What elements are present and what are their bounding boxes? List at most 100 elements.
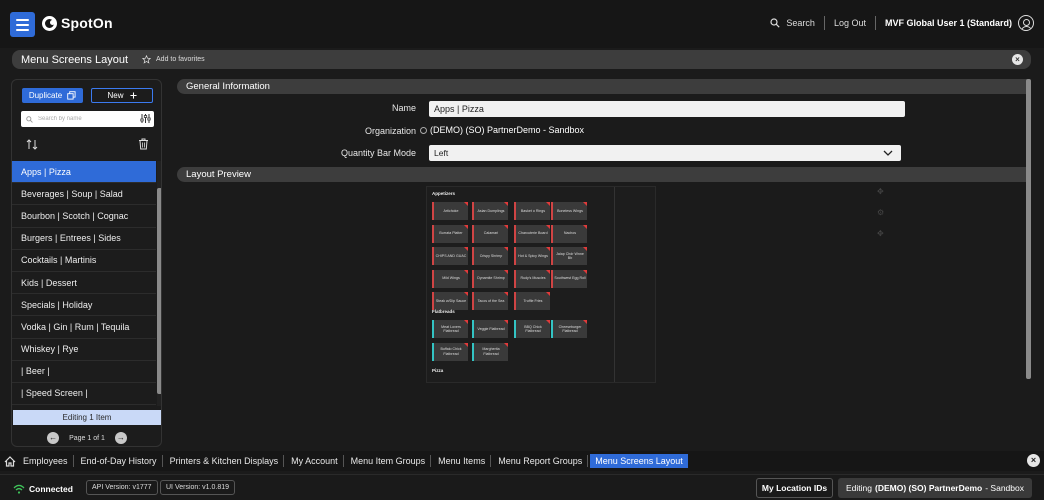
nav-tab[interactable]: Employees bbox=[18, 454, 73, 468]
preview-menu-button[interactable]: Boneless Wings bbox=[551, 202, 587, 220]
preview-group-heading: Appetizers bbox=[432, 191, 456, 196]
layout-list-item[interactable]: Cocktails | Martinis bbox=[12, 250, 156, 272]
tab-divider bbox=[587, 455, 589, 467]
preview-menu-button[interactable]: Cheeseburger Flatbread bbox=[551, 320, 587, 338]
move-icon[interactable]: ✥ bbox=[877, 187, 884, 196]
organization-label: Organization bbox=[364, 126, 416, 136]
divider bbox=[823, 16, 825, 30]
preview-menu-button[interactable]: Charcuterie Board bbox=[514, 224, 550, 243]
preview-menu-button[interactable]: Hot & Spicy Wings bbox=[514, 247, 550, 265]
layouts-sidebar: Duplicate New Apps | PizzaBeverages | So… bbox=[11, 79, 162, 447]
filter-icon[interactable] bbox=[140, 113, 151, 124]
editing-org: (DEMO) (SO) PartnerDemo bbox=[875, 483, 983, 493]
preview-menu-button[interactable]: Meat Lovers Flatbread bbox=[432, 320, 468, 338]
page-title-bar: Menu Screens Layout Add to favorites × bbox=[12, 50, 1031, 69]
preview-menu-button[interactable]: BBQ Chick Flatbread bbox=[514, 320, 550, 338]
brand-name: SpotOn bbox=[61, 15, 113, 31]
preview-menu-button[interactable]: Truffle Fries bbox=[514, 292, 550, 310]
logout-link[interactable]: Log Out bbox=[834, 18, 866, 28]
new-label: New bbox=[107, 91, 124, 100]
close-page-icon[interactable]: × bbox=[1012, 54, 1023, 65]
preview-menu-button[interactable]: Dynamite Shrimp bbox=[472, 269, 508, 288]
preview-menu-button[interactable]: Veggie Flatbread bbox=[472, 320, 508, 338]
tab-divider bbox=[161, 455, 163, 467]
nav-tab[interactable]: My Account bbox=[286, 454, 343, 468]
nav-tab[interactable]: Menu Screens Layout bbox=[590, 454, 688, 468]
next-page-icon[interactable]: → bbox=[114, 432, 127, 444]
layout-preview: Appetizers Artichoke Asian Dumplings Basket… bbox=[426, 186, 656, 383]
organization-radio[interactable] bbox=[420, 126, 427, 134]
name-input[interactable]: Apps | Pizza bbox=[429, 101, 905, 117]
preview-menu-button[interactable]: Asian Dumplings bbox=[472, 202, 508, 220]
preview-menu-button[interactable]: Basket o Rings bbox=[514, 202, 550, 220]
layout-list-item[interactable]: Vodka | Gin | Rum | Tequila bbox=[12, 316, 156, 339]
add-to-favorites-button[interactable]: Add to favorites bbox=[142, 55, 205, 64]
sort-icon[interactable] bbox=[26, 139, 38, 150]
general-information-header[interactable]: General Information bbox=[177, 79, 1027, 94]
nav-tab[interactable]: Menu Item Groups bbox=[346, 454, 431, 468]
search-input[interactable] bbox=[38, 116, 136, 122]
home-icon[interactable] bbox=[4, 455, 16, 467]
status-bar: Connected API Version: v1777 UI Version:… bbox=[0, 474, 1044, 500]
layout-list-item[interactable]: Apps | Pizza bbox=[12, 161, 156, 184]
preview-menu-button[interactable]: Mild Wings bbox=[432, 269, 468, 288]
layout-list-item[interactable]: Whiskey | Rye bbox=[12, 339, 156, 361]
editing-location: Editing (DEMO) (SO) PartnerDemo - Sandbo… bbox=[838, 478, 1032, 498]
grid-icon[interactable]: ✥ bbox=[877, 229, 884, 238]
list-scrollbar[interactable] bbox=[157, 188, 161, 394]
my-location-ids-button[interactable]: My Location IDs bbox=[756, 478, 833, 498]
preview-menu-button[interactable]: Nachos bbox=[551, 224, 587, 243]
layout-list-item[interactable]: | Beer | bbox=[12, 361, 156, 383]
search-button[interactable]: Search bbox=[770, 18, 815, 28]
quantity-bar-mode-select[interactable]: Left bbox=[429, 145, 901, 161]
page-indicator: Page 1 of 1 bbox=[69, 434, 105, 442]
user-avatar-icon[interactable] bbox=[1018, 15, 1034, 31]
new-button[interactable]: New bbox=[91, 88, 153, 103]
preview-menu-button[interactable]: Steak w/Dip Sauce bbox=[432, 292, 468, 310]
layout-list-item[interactable]: | Speed Screen | bbox=[12, 383, 156, 406]
preview-menu-button[interactable]: Margherita Flatbread bbox=[472, 342, 508, 361]
duplicate-button[interactable]: Duplicate bbox=[22, 88, 83, 103]
preview-menu-button[interactable]: Southwest Egg Roll bbox=[551, 269, 587, 288]
brand-logo: SpotOn bbox=[42, 15, 113, 31]
nav-tab[interactable]: End-of-Day History bbox=[76, 454, 162, 468]
duplicate-label: Duplicate bbox=[28, 91, 63, 100]
menu-button[interactable] bbox=[10, 12, 35, 37]
user-name[interactable]: MVF Global User 1 (Standard) bbox=[885, 18, 1012, 28]
preview-menu-button[interactable]: Crispy Shrimp bbox=[472, 247, 508, 265]
preview-menu-button[interactable]: Jalap Chdr Wnne Bb bbox=[551, 247, 587, 265]
preview-group-heading: Flatbreads bbox=[432, 309, 455, 314]
divider bbox=[874, 16, 876, 30]
preview-menu-button[interactable]: Rudy's Muscles bbox=[514, 269, 550, 288]
preview-menu-button[interactable]: Buffalo Chick Flatbread bbox=[432, 342, 468, 361]
layout-list: Apps | Pizza Beverages | Soup | Salad Bour… bbox=[12, 161, 156, 406]
quantity-bar-mode-value: Left bbox=[434, 148, 449, 158]
main-scrollbar[interactable] bbox=[1026, 79, 1031, 379]
layout-list-item[interactable]: Specials | Holiday bbox=[12, 294, 156, 317]
prev-page-icon[interactable]: ← bbox=[47, 432, 60, 444]
preview-menu-button[interactable]: Tacos of the Sea bbox=[472, 292, 508, 310]
pagination: ← Page 1 of 1 → bbox=[12, 430, 161, 446]
layout-list-item[interactable]: Bourbon | Scotch | Cognac bbox=[12, 205, 156, 228]
page-title: Menu Screens Layout bbox=[21, 53, 129, 66]
trash-icon[interactable] bbox=[138, 138, 149, 150]
tab-divider bbox=[72, 455, 74, 467]
preview-divider bbox=[614, 187, 615, 382]
nav-tab[interactable]: Menu Report Groups bbox=[493, 454, 587, 468]
layout-list-item[interactable]: Beverages | Soup | Salad bbox=[12, 183, 156, 206]
nav-tab[interactable]: Printers & Kitchen Displays bbox=[165, 454, 284, 468]
layout-preview-header[interactable]: Layout Preview bbox=[177, 167, 1027, 182]
tab-divider bbox=[430, 455, 432, 467]
nav-tab[interactable]: Menu Items bbox=[433, 454, 490, 468]
copy-icon bbox=[67, 91, 76, 100]
preview-menu-button[interactable]: Burrata Platter bbox=[432, 224, 468, 243]
preview-menu-button[interactable]: CHIPS AND GUAC bbox=[432, 247, 468, 265]
close-tabs-icon[interactable]: × bbox=[1027, 454, 1040, 467]
layout-list-item[interactable]: Burgers | Entrees | Sides bbox=[12, 228, 156, 250]
layout-list-item[interactable]: Kids | Dessert bbox=[12, 272, 156, 295]
preview-menu-button[interactable]: Calamari bbox=[472, 224, 508, 243]
star-icon bbox=[142, 55, 152, 64]
preview-menu-button[interactable]: Artichoke bbox=[432, 202, 468, 220]
settings-icon[interactable]: ⚙ bbox=[877, 208, 884, 217]
preview-group-heading: Pizza bbox=[432, 368, 444, 373]
